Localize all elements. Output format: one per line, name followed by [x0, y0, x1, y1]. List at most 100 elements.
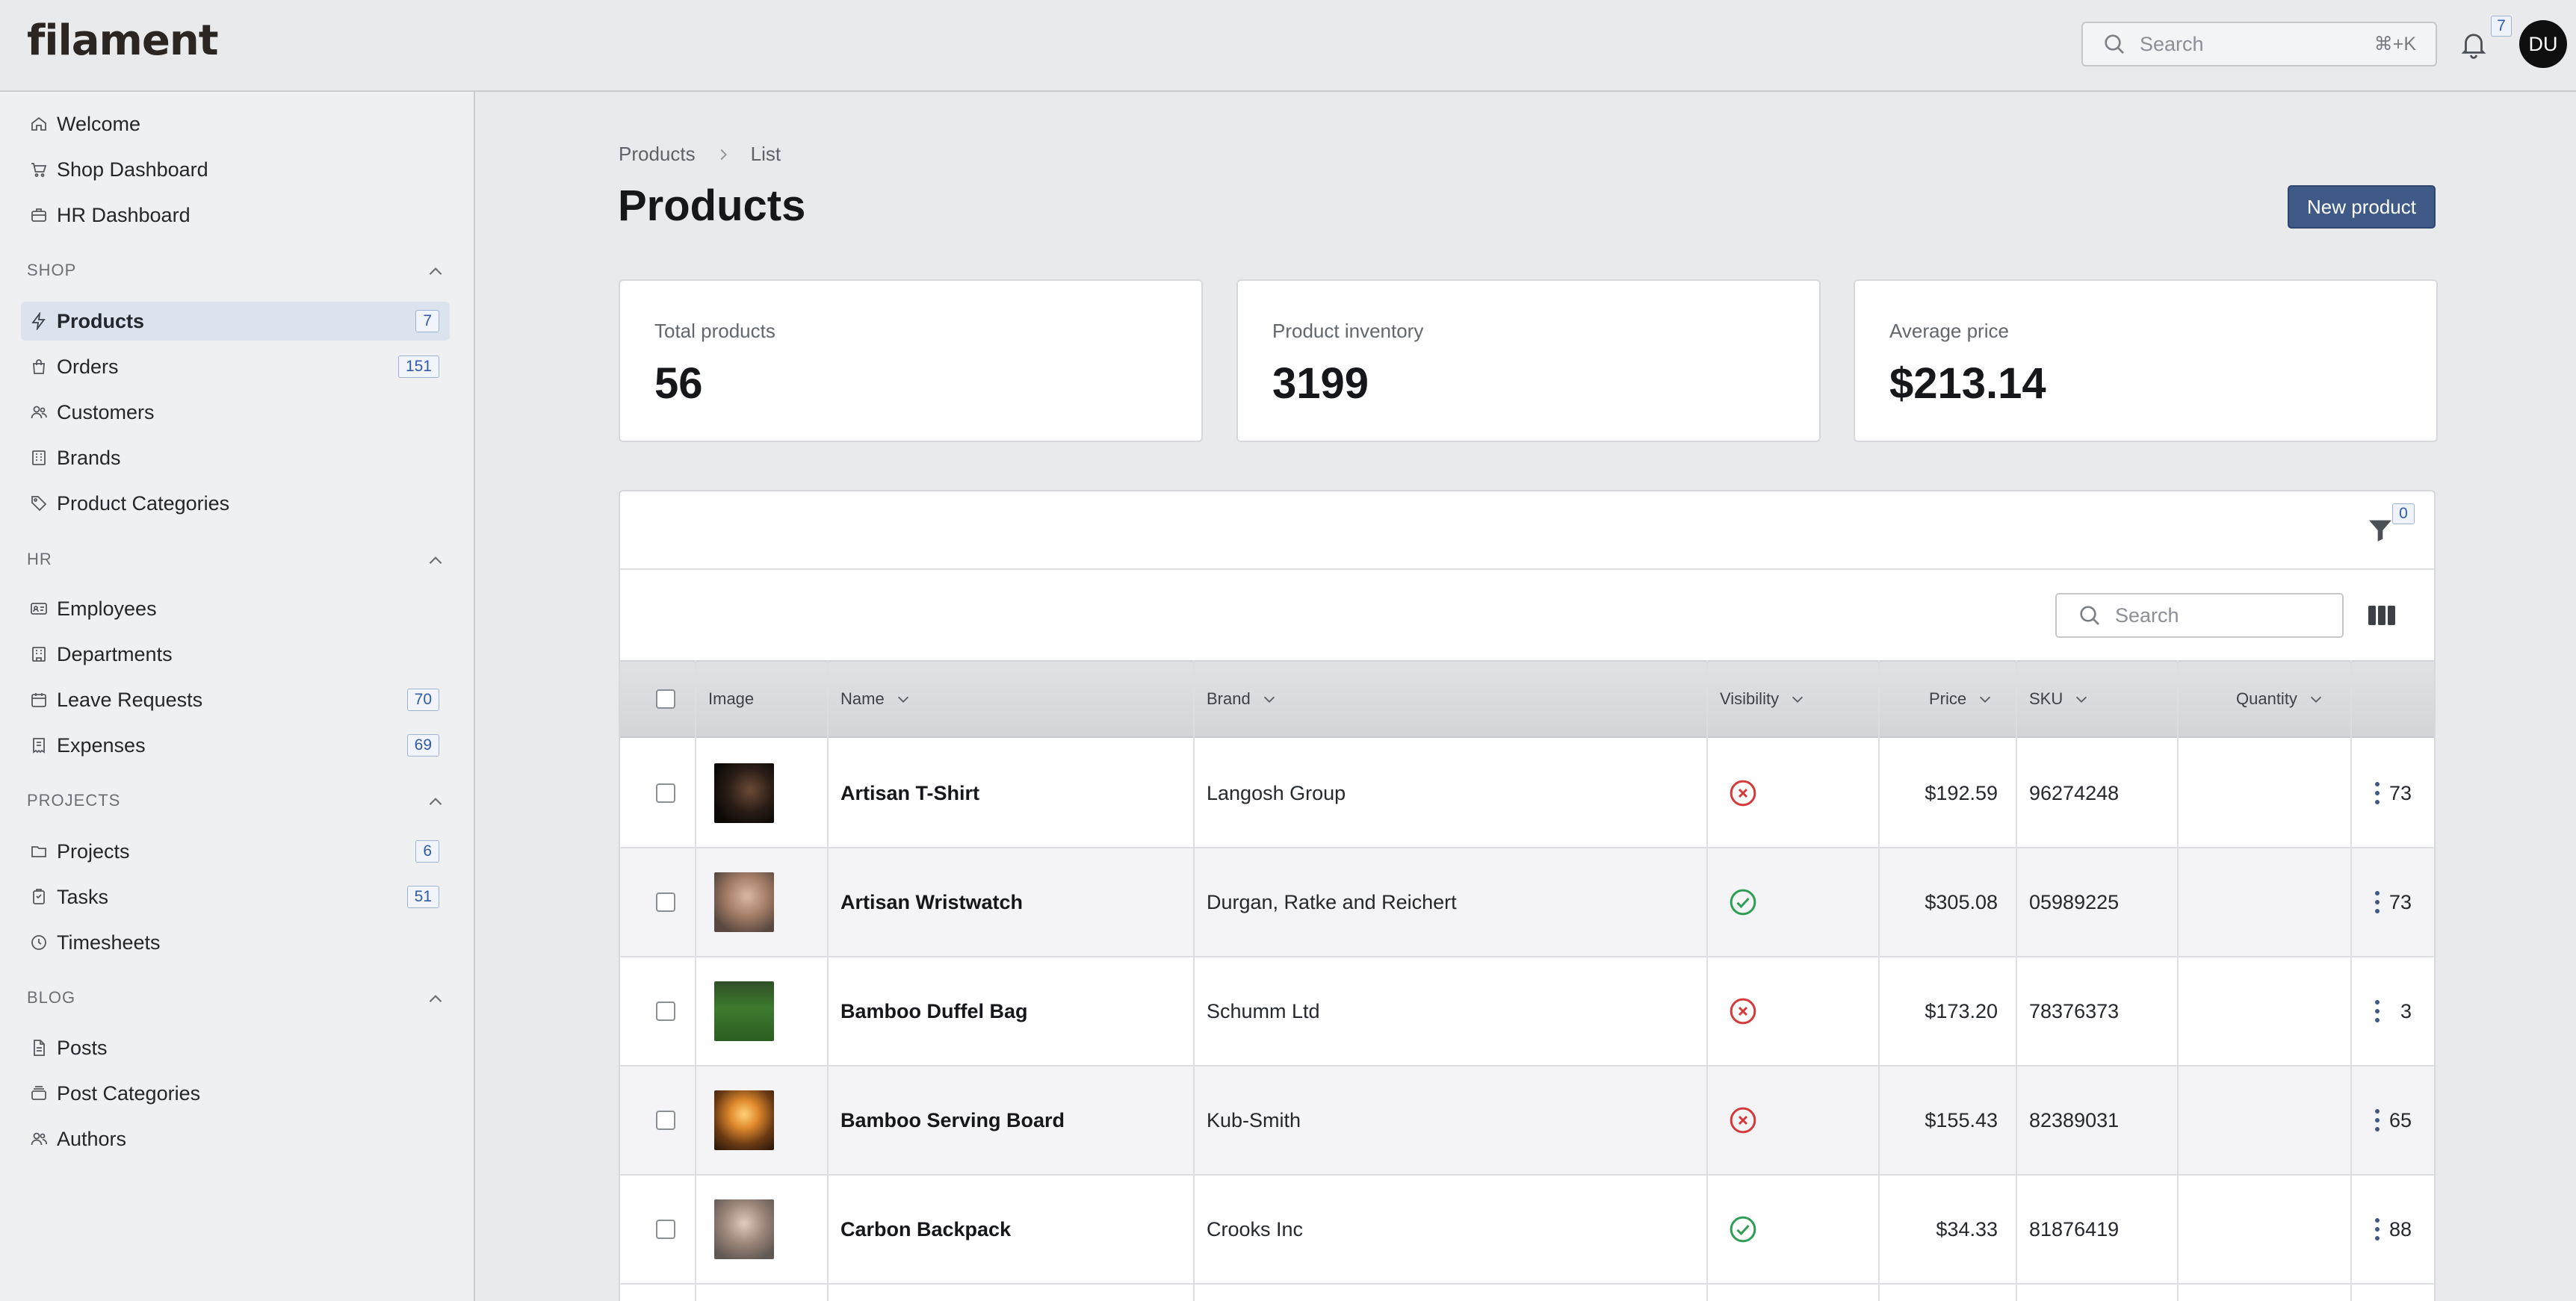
sidebar-item-expenses[interactable]: Expenses 69 — [21, 726, 450, 765]
new-product-button[interactable]: New product — [2288, 185, 2436, 229]
select-all-checkbox[interactable] — [656, 662, 675, 736]
nav-group-projects[interactable]: PROJECTS — [27, 791, 445, 813]
building-icon — [30, 449, 48, 467]
office-icon — [30, 645, 48, 663]
product-name[interactable]: Artisan T-Shirt — [840, 739, 979, 847]
sidebar-item-employees[interactable]: Employees — [21, 589, 450, 628]
row-checkbox[interactable] — [656, 957, 675, 1065]
avatar[interactable]: DU — [2519, 20, 2567, 68]
product-sku: 81876419 — [2029, 1217, 2120, 1241]
sidebar-item-welcome[interactable]: Welcome — [21, 105, 450, 143]
breadcrumb-item-list[interactable]: List — [751, 143, 781, 166]
chevron-up-icon[interactable] — [426, 792, 445, 812]
bell-icon[interactable] — [2458, 28, 2489, 60]
nav-group-title: PROJECTS — [27, 791, 121, 810]
sidebar-item-leave-requests[interactable]: Leave Requests 70 — [21, 680, 450, 719]
chevron-down-icon[interactable] — [2308, 691, 2324, 707]
sidebar-item-customers[interactable]: Customers — [21, 393, 450, 432]
chevron-down-icon[interactable] — [1977, 691, 1993, 707]
product-name[interactable]: Artisan Wristwatch — [840, 848, 1023, 956]
product-brand: Kub-Smith — [1207, 1108, 1301, 1131]
sidebar-item-tasks[interactable]: Tasks 51 — [21, 878, 450, 916]
nav-group-title: SHOP — [27, 261, 77, 279]
columns-icon[interactable] — [2367, 603, 2397, 627]
more-vertical-icon[interactable] — [2373, 739, 2382, 847]
table-row[interactable]: Carbon Backpack Crooks Inc $34.33 81876419 8… — [620, 1176, 2434, 1285]
sidebar-item-label: Leave Requests — [57, 688, 203, 711]
app-logo[interactable]: filament — [27, 16, 219, 65]
sidebar-item-authors[interactable]: Authors — [21, 1120, 450, 1158]
chevron-right-icon — [715, 146, 731, 163]
chevron-up-icon[interactable] — [426, 262, 445, 282]
nav-group-blog[interactable]: BLOG — [27, 988, 445, 1010]
table-row[interactable]: Bamboo Duffel Bag Schumm Ltd $173.20 783763… — [620, 957, 2434, 1066]
table-row[interactable]: Bamboo Serving Board Kub-Smith $155.43 8238… — [620, 1066, 2434, 1176]
chevron-up-icon[interactable] — [426, 990, 445, 1009]
column-header-quantity[interactable]: Quantity — [2236, 662, 2324, 736]
sidebar-item-projects[interactable]: Projects 6 — [21, 832, 450, 871]
nav-group-hr[interactable]: HR — [27, 550, 445, 572]
sidebar-item-products[interactable]: Products 7 — [21, 302, 450, 341]
chevron-down-icon[interactable] — [1789, 691, 1806, 707]
table-row[interactable]: Artisan T-Shirt Langosh Group $192.59 96274… — [620, 739, 2434, 848]
table-search-input[interactable]: Search — [2055, 593, 2344, 638]
product-name[interactable]: Bamboo Serving Board — [840, 1066, 1065, 1174]
column-header-sku[interactable]: SKU — [2029, 662, 2090, 736]
product-sku: 82389031 — [2029, 1108, 2120, 1131]
more-vertical-icon[interactable] — [2373, 848, 2382, 956]
row-checkbox[interactable] — [656, 1066, 675, 1174]
sidebar-item-departments[interactable]: Departments — [21, 635, 450, 674]
breadcrumb-item-products[interactable]: Products — [619, 143, 696, 166]
sidebar-item-brands[interactable]: Brands — [21, 438, 450, 477]
column-header-name[interactable]: Name — [840, 662, 911, 736]
chevron-down-icon[interactable] — [1261, 691, 1278, 707]
sidebar-item-timesheets[interactable]: Timesheets — [21, 923, 450, 962]
sidebar-item-product-categories[interactable]: Product Categories — [21, 484, 450, 523]
column-header-image: Image — [708, 662, 754, 736]
sidebar-item-orders[interactable]: Orders 151 — [21, 347, 450, 386]
row-checkbox[interactable] — [656, 1176, 675, 1283]
document-icon — [30, 1039, 48, 1057]
product-name[interactable]: Carbon Backpack — [840, 1176, 1011, 1283]
product-price: $192.59 — [1925, 781, 1998, 804]
more-vertical-icon[interactable] — [2373, 957, 2382, 1065]
column-header-label: Quantity — [2236, 689, 2297, 708]
global-search-input[interactable]: Search ⌘+K — [2081, 22, 2437, 66]
product-sku: 78376373 — [2029, 999, 2120, 1022]
stat-value: 56 — [654, 359, 703, 408]
id-card-icon — [30, 600, 48, 618]
product-image — [714, 1066, 774, 1174]
column-divider — [1878, 660, 1880, 1301]
filter-count-badge: 0 — [2392, 503, 2415, 524]
product-image — [714, 1176, 774, 1283]
divider — [620, 568, 2434, 570]
sidebar-item-shop-dashboard[interactable]: Shop Dashboard — [21, 150, 450, 189]
product-price: $173.20 — [1925, 999, 1998, 1022]
stat-card-total-products: Total products 56 — [619, 279, 1203, 442]
sidebar-item-hr-dashboard[interactable]: HR Dashboard — [21, 196, 450, 235]
table-row[interactable]: Artisan Wristwatch Durgan, Ratke and Reic… — [620, 848, 2434, 957]
row-checkbox[interactable] — [656, 848, 675, 956]
product-name[interactable]: Bamboo Duffel Bag — [840, 957, 1028, 1065]
filter-icon[interactable] — [2365, 515, 2395, 545]
chevron-down-icon[interactable] — [2073, 691, 2090, 707]
column-header-visibility[interactable]: Visibility — [1720, 662, 1806, 736]
search-shortcut: ⌘+K — [2374, 34, 2416, 55]
column-header-label: Name — [840, 689, 885, 708]
column-header-price[interactable]: Price — [1929, 662, 1993, 736]
sidebar-item-posts[interactable]: Posts — [21, 1028, 450, 1067]
product-image — [714, 957, 774, 1065]
more-vertical-icon[interactable] — [2373, 1066, 2382, 1174]
more-vertical-icon[interactable] — [2373, 1176, 2382, 1283]
sidebar-item-post-categories[interactable]: Post Categories — [21, 1074, 450, 1113]
column-header-brand[interactable]: Brand — [1207, 662, 1278, 736]
calendar-icon — [30, 691, 48, 709]
stat-value: 3199 — [1272, 359, 1369, 408]
users-icon — [30, 403, 48, 421]
row-checkbox[interactable] — [656, 739, 675, 847]
chevron-up-icon[interactable] — [426, 551, 445, 571]
chevron-down-icon[interactable] — [895, 691, 911, 707]
nav-group-shop[interactable]: SHOP — [27, 261, 445, 283]
clipboard-icon — [30, 888, 48, 906]
nav-group-title: HR — [27, 550, 52, 568]
